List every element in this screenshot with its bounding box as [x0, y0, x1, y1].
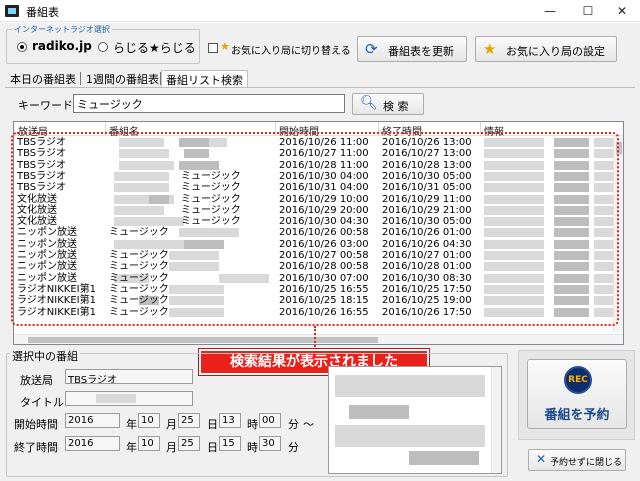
- refresh-button[interactable]: ⟳ 番組表を更新: [357, 36, 467, 62]
- month-unit: 月: [166, 418, 177, 431]
- tab-divider: [80, 72, 81, 85]
- search-button[interactable]: 🔍︎ 検 索: [352, 93, 424, 115]
- hour-unit: 時: [247, 441, 258, 454]
- title-label: タイトル: [20, 396, 64, 409]
- refresh-icon: ⟳: [365, 40, 378, 58]
- redacted-block: [96, 394, 136, 403]
- start-month-field: 10: [138, 413, 160, 428]
- minute-unit: 分: [288, 441, 299, 454]
- hour-unit: 時: [247, 418, 258, 431]
- app-icon: [5, 5, 19, 17]
- start-minute-field: 00: [259, 413, 281, 428]
- favorites-settings-button[interactable]: ★ お気に入り局の設定: [475, 36, 617, 62]
- rec-icon: REC: [564, 366, 592, 394]
- title-bar: 番組表 — ☐ ✕: [0, 0, 640, 22]
- search-button-label: 検 索: [383, 100, 409, 113]
- info-scrollbar[interactable]: [491, 367, 501, 473]
- window-title: 番組表: [26, 6, 59, 19]
- scroll-thumb[interactable]: [28, 337, 378, 343]
- close-without-reserve-button[interactable]: ✕ 予約せずに閉じる: [528, 449, 626, 471]
- program-info-box[interactable]: [328, 366, 502, 474]
- month-unit: 月: [166, 441, 177, 454]
- selected-program-label: 選択中の番組: [10, 348, 80, 364]
- start-year-field: 2016: [65, 413, 120, 428]
- year-unit: 年: [126, 441, 137, 454]
- keyword-label: キーワード: [18, 99, 73, 112]
- star-icon: ★: [220, 40, 230, 53]
- day-unit: 日: [207, 441, 218, 454]
- reserve-button[interactable]: REC 番組を予約: [527, 359, 627, 429]
- client-area: インターネットラジオ選択 radiko.jp らじる★らじる ★ お気に入り局に…: [0, 23, 640, 481]
- highlight-outline: [11, 132, 619, 326]
- day-unit: 日: [207, 418, 218, 431]
- close-icon: ✕: [536, 452, 547, 466]
- tab-search[interactable]: 番組リスト検索: [161, 70, 248, 87]
- star-icon: ★: [483, 40, 497, 58]
- source-group-label: インターネットラジオ選択: [12, 24, 112, 35]
- title-field: [65, 391, 193, 406]
- redacted-block: [349, 405, 409, 419]
- tilde: ～: [303, 418, 314, 431]
- end-time-label: 終了時間: [14, 441, 58, 454]
- end-month-field: 10: [138, 436, 160, 451]
- start-time-label: 開始時間: [14, 418, 58, 431]
- start-hour-field: 13: [219, 413, 241, 428]
- minimize-button[interactable]: —: [532, 2, 568, 20]
- radiru-label[interactable]: らじる★らじる: [113, 39, 196, 56]
- close-without-reserve-label: 予約せずに閉じる: [550, 458, 623, 468]
- end-hour-field: 15: [219, 436, 241, 451]
- redacted-block: [335, 375, 485, 397]
- radiko-label[interactable]: radiko.jp: [32, 39, 92, 53]
- end-year-field: 2016: [65, 436, 120, 451]
- horizontal-scrollbar[interactable]: [14, 334, 623, 344]
- callout-leader: [314, 326, 316, 350]
- maximize-button[interactable]: ☐: [570, 2, 606, 20]
- tab-today[interactable]: 本日の番組表: [6, 70, 80, 87]
- minute-unit: 分: [288, 418, 299, 431]
- station-field: TBSラジオ: [65, 369, 193, 384]
- end-day-field: 25: [178, 436, 200, 451]
- source-group: インターネットラジオ選択 radiko.jp らじる★らじる: [6, 24, 200, 64]
- keyword-input[interactable]: [73, 94, 345, 113]
- redacted-block: [335, 425, 485, 447]
- search-icon: 🔍︎: [360, 95, 378, 111]
- radiko-radio[interactable]: [17, 42, 27, 52]
- reserve-label: 番組を予約: [544, 408, 610, 423]
- station-label: 放送局: [20, 374, 53, 387]
- end-minute-field: 30: [259, 436, 281, 451]
- refresh-label: 番組表を更新: [388, 45, 454, 58]
- tab-week[interactable]: 1週間の番組表: [82, 70, 163, 87]
- favorites-settings-label: お気に入り局の設定: [506, 45, 605, 58]
- start-day-field: 25: [178, 413, 200, 428]
- year-unit: 年: [126, 418, 137, 431]
- redacted-block: [409, 451, 479, 465]
- favorites-toggle-checkbox[interactable]: [208, 43, 218, 53]
- radiru-radio[interactable]: [98, 42, 108, 52]
- favorites-toggle-label[interactable]: お気に入り局に切り替える: [231, 42, 351, 57]
- close-window-button[interactable]: ✕: [604, 2, 640, 20]
